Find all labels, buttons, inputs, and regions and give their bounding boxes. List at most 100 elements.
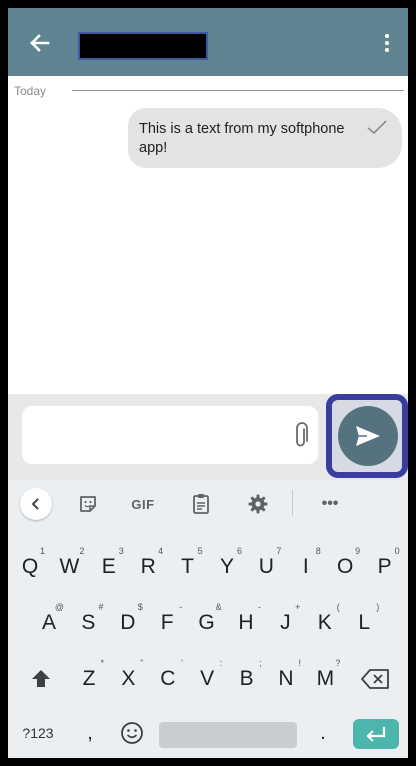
key-label: L <box>358 611 371 634</box>
key-f[interactable]: F- <box>148 600 186 646</box>
key-j[interactable]: J + <box>266 600 304 646</box>
key-label: F <box>160 611 174 634</box>
key-k[interactable]: K( <box>306 600 344 646</box>
key-z[interactable]: Z * <box>70 656 108 702</box>
key-label: J <box>280 611 291 634</box>
keyboard-toolbar: GIF ••• <box>8 480 408 528</box>
key-s[interactable]: S # <box>69 600 107 646</box>
phone-frame: Today This is a text from my softphone a… <box>0 0 416 766</box>
key-label: D <box>120 611 136 634</box>
key-hint: ' <box>181 658 183 668</box>
key-label: W <box>59 555 80 578</box>
message-input[interactable] <box>22 406 318 464</box>
key-e[interactable]: E3 <box>90 544 128 590</box>
key-t[interactable]: T5 <box>169 544 207 590</box>
key-label: Q <box>21 555 39 578</box>
key-r[interactable]: R4 <box>129 544 167 590</box>
key-b[interactable]: B; <box>228 656 266 702</box>
key-y[interactable]: Y6 <box>208 544 246 590</box>
attachment-icon[interactable] <box>292 422 310 450</box>
key-hint: 3 <box>118 546 124 556</box>
period-key[interactable]: . <box>306 710 340 756</box>
shift-key[interactable] <box>20 656 62 702</box>
backspace-key[interactable] <box>352 656 400 702</box>
clipboard-icon[interactable] <box>187 490 215 518</box>
sticker-icon[interactable] <box>74 490 102 518</box>
key-label: V <box>200 667 215 690</box>
gear-icon[interactable] <box>244 490 272 518</box>
gif-button[interactable]: GIF <box>126 490 160 518</box>
key-w[interactable]: W2 <box>50 544 88 590</box>
key-label: P <box>377 555 392 578</box>
emoji-key[interactable] <box>112 710 152 756</box>
enter-icon <box>366 727 386 742</box>
key-hint: 2 <box>79 546 85 556</box>
key-label: X <box>121 667 136 690</box>
key-hint: 7 <box>276 546 282 556</box>
key-n[interactable]: N! <box>267 656 305 702</box>
divider-line <box>72 90 404 91</box>
key-c[interactable]: C ' <box>149 656 187 702</box>
key-label: G <box>198 611 215 634</box>
more-vert-icon[interactable] <box>380 32 394 56</box>
key-label: Z <box>82 667 96 690</box>
key-label: R <box>140 555 156 578</box>
key-v[interactable]: V: <box>188 656 226 702</box>
messaging-screen: Today This is a text from my softphone a… <box>8 8 408 758</box>
on-screen-keyboard: G I F ••• Q 1 W 2 E 3 R 4 T 5 Y 6 U 7 I 8 … <box>8 480 408 758</box>
date-divider: Today <box>14 84 404 100</box>
key-hint: * <box>100 658 104 668</box>
key-hint: 9 <box>355 546 361 556</box>
key-o[interactable]: O9 <box>326 544 364 590</box>
key-u[interactable]: U7 <box>247 544 285 590</box>
message-bubble[interactable]: This is a text from my softphone app! <box>128 108 402 168</box>
toolbar-divider <box>292 490 293 516</box>
key-hint: ( <box>336 602 340 612</box>
key-hint: ? <box>335 658 341 668</box>
send-button[interactable] <box>338 406 398 466</box>
key-l[interactable]: L) <box>345 600 383 646</box>
more-options-button[interactable]: ••• <box>316 490 344 518</box>
key-h[interactable]: H- <box>227 600 265 646</box>
key-hint: ! <box>298 658 301 668</box>
key-label: K <box>317 611 332 634</box>
back-button[interactable] <box>24 28 54 58</box>
key-hint: # <box>98 602 104 612</box>
contact-name-redacted[interactable] <box>78 32 208 60</box>
key-label: A <box>41 611 56 634</box>
key-hint: - <box>258 602 261 612</box>
key-label: U <box>258 555 274 578</box>
key-label: I <box>302 555 309 578</box>
app-bar <box>8 8 408 76</box>
key-hint: - <box>179 602 183 612</box>
key-m[interactable]: M? <box>306 656 344 702</box>
key-a[interactable]: A @ <box>30 600 68 646</box>
key-hint: 4 <box>158 546 164 556</box>
enter-key[interactable] <box>353 719 399 749</box>
key-hint: ; <box>259 658 262 668</box>
space-key[interactable] <box>159 722 297 748</box>
key-label: M <box>316 667 335 690</box>
key-label: O <box>337 555 354 578</box>
key-i[interactable]: I8 <box>287 544 325 590</box>
key-hint: $ <box>137 602 143 612</box>
key-g[interactable]: G & <box>188 600 226 646</box>
send-icon <box>356 426 380 446</box>
key-q[interactable]: Q1 <box>11 544 49 590</box>
key-p[interactable]: P0 <box>366 544 404 590</box>
chevron-left-icon[interactable] <box>20 488 52 520</box>
key-label: N <box>278 667 294 690</box>
symbols-key[interactable]: ?123 <box>16 710 60 756</box>
key-hint: @ <box>54 602 64 612</box>
key-hint: + <box>295 602 301 612</box>
key-hint: & <box>215 602 222 612</box>
key-label: H <box>238 611 254 634</box>
key-hint: : <box>219 658 223 668</box>
key-d[interactable]: D $ <box>109 600 147 646</box>
key-hint: 1 <box>39 546 45 556</box>
key-hint: 6 <box>236 546 242 556</box>
key-label: S <box>81 611 96 634</box>
key-hint: 0 <box>394 546 400 556</box>
comma-key[interactable]: , <box>72 710 108 756</box>
key-x[interactable]: X " <box>109 656 147 702</box>
